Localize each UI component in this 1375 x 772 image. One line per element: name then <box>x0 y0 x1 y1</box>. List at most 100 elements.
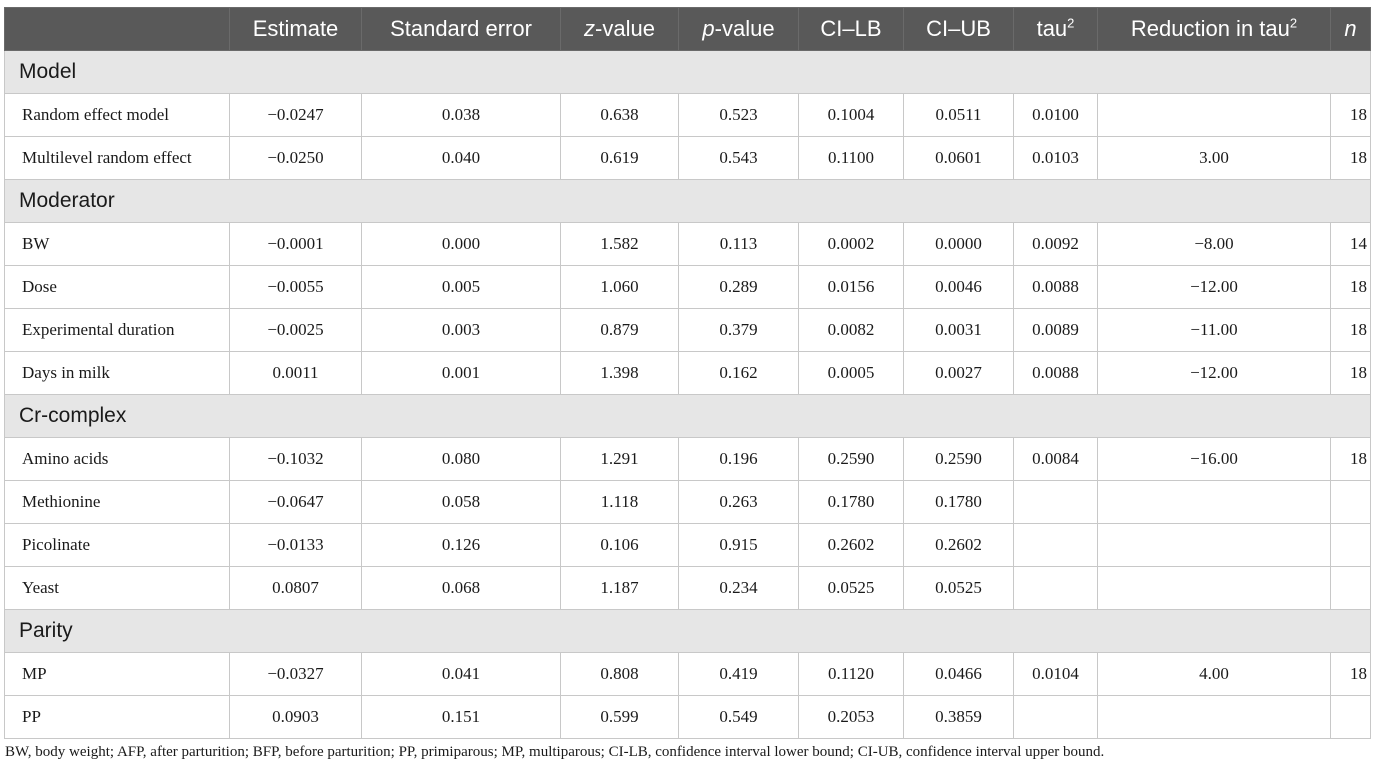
reduction-cell: −16.00 <box>1097 437 1331 481</box>
ci-ub-cell: 0.0511 <box>903 93 1014 137</box>
header-z-italic: z <box>584 16 596 41</box>
estimate-cell: −0.0647 <box>229 480 362 524</box>
z-value-cell: 0.599 <box>560 695 679 739</box>
ci-ub-cell: 0.0031 <box>903 308 1014 352</box>
results-table: Estimate Standard error z-value p-value … <box>4 7 1371 739</box>
n-cell: 18 <box>1330 136 1371 180</box>
ci-lb-cell: 0.0082 <box>798 308 904 352</box>
n-cell: 18 <box>1330 652 1371 696</box>
table-row: PP 0.0903 0.151 0.599 0.549 0.2053 0.3859 <box>4 695 1371 739</box>
p-value-cell: 0.263 <box>678 480 799 524</box>
table-row: BW −0.0001 0.000 1.582 0.113 0.0002 0.0000 0.00… <box>4 222 1371 266</box>
ci-lb-cell: 0.0525 <box>798 566 904 610</box>
standard-error-cell: 0.003 <box>361 308 561 352</box>
ci-lb-cell: 0.2602 <box>798 523 904 567</box>
reduction-cell <box>1097 566 1331 610</box>
p-value-cell: 0.289 <box>678 265 799 309</box>
header-stub <box>4 7 230 51</box>
p-value-cell: 0.419 <box>678 652 799 696</box>
ci-lb-cell: 0.1004 <box>798 93 904 137</box>
tau2-cell: 0.0088 <box>1013 265 1098 309</box>
estimate-cell: −0.0133 <box>229 523 362 567</box>
standard-error-cell: 0.080 <box>361 437 561 481</box>
table-row: Amino acids −0.1032 0.080 1.291 0.196 0.2590 0… <box>4 437 1371 481</box>
header-z-rest: -value <box>595 16 655 41</box>
row-label: Picolinate <box>4 523 230 567</box>
header-z-value: z-value <box>560 7 679 51</box>
z-value-cell: 1.398 <box>560 351 679 395</box>
n-cell: 18 <box>1330 437 1371 481</box>
n-cell: 18 <box>1330 351 1371 395</box>
z-value-cell: 0.619 <box>560 136 679 180</box>
reduction-cell <box>1097 93 1331 137</box>
estimate-cell: −0.0001 <box>229 222 362 266</box>
z-value-cell: 0.106 <box>560 523 679 567</box>
ci-ub-cell: 0.0466 <box>903 652 1014 696</box>
n-cell: 18 <box>1330 308 1371 352</box>
section-row: Cr-complex <box>4 394 1371 438</box>
estimate-cell: −0.0055 <box>229 265 362 309</box>
reduction-cell: 3.00 <box>1097 136 1331 180</box>
standard-error-cell: 0.005 <box>361 265 561 309</box>
header-reduction-tau2: Reduction in tau2 <box>1097 7 1331 51</box>
section-title: Moderator <box>4 179 1371 223</box>
tau2-cell: 0.0100 <box>1013 93 1098 137</box>
header-reduction-base: Reduction in tau <box>1130 16 1290 41</box>
row-label: Multilevel random effect <box>4 136 230 180</box>
ci-lb-cell: 0.1120 <box>798 652 904 696</box>
table-row: Yeast 0.0807 0.068 1.187 0.234 0.0525 0.0525 <box>4 566 1371 610</box>
reduction-cell: 4.00 <box>1097 652 1331 696</box>
tau2-cell: 0.0104 <box>1013 652 1098 696</box>
estimate-cell: 0.0011 <box>229 351 362 395</box>
p-value-cell: 0.379 <box>678 308 799 352</box>
estimate-cell: 0.0903 <box>229 695 362 739</box>
table-row: Experimental duration −0.0025 0.003 0.879 0.… <box>4 308 1371 352</box>
ci-lb-cell: 0.2590 <box>798 437 904 481</box>
ci-ub-cell: 0.1780 <box>903 480 1014 524</box>
row-label: Dose <box>4 265 230 309</box>
table-row: Dose −0.0055 0.005 1.060 0.289 0.0156 0.0046 0.… <box>4 265 1371 309</box>
p-value-cell: 0.196 <box>678 437 799 481</box>
p-value-cell: 0.915 <box>678 523 799 567</box>
ci-ub-cell: 0.0000 <box>903 222 1014 266</box>
ci-lb-cell: 0.1100 <box>798 136 904 180</box>
header-row: Estimate Standard error z-value p-value … <box>4 7 1371 51</box>
row-label: PP <box>4 695 230 739</box>
tau2-cell: 0.0089 <box>1013 308 1098 352</box>
z-value-cell: 1.060 <box>560 265 679 309</box>
standard-error-cell: 0.068 <box>361 566 561 610</box>
estimate-cell: −0.0247 <box>229 93 362 137</box>
estimate-cell: 0.0807 <box>229 566 362 610</box>
n-cell: 18 <box>1330 265 1371 309</box>
section-row: Parity <box>4 609 1371 653</box>
tau2-cell <box>1013 523 1098 567</box>
p-value-cell: 0.549 <box>678 695 799 739</box>
z-value-cell: 0.808 <box>560 652 679 696</box>
tau2-cell: 0.0084 <box>1013 437 1098 481</box>
tau2-cell: 0.0103 <box>1013 136 1098 180</box>
standard-error-cell: 0.058 <box>361 480 561 524</box>
reduction-cell <box>1097 523 1331 567</box>
table-row: Days in milk 0.0011 0.001 1.398 0.162 0.0005 0… <box>4 351 1371 395</box>
n-cell <box>1330 695 1371 739</box>
ci-ub-cell: 0.0601 <box>903 136 1014 180</box>
n-cell <box>1330 523 1371 567</box>
header-p-rest: -value <box>714 16 775 41</box>
table-row: Picolinate −0.0133 0.126 0.106 0.915 0.2602 0.… <box>4 523 1371 567</box>
reduction-cell <box>1097 695 1331 739</box>
p-value-cell: 0.234 <box>678 566 799 610</box>
tau2-cell <box>1013 566 1098 610</box>
reduction-cell: −12.00 <box>1097 351 1331 395</box>
table-row: Random effect model −0.0247 0.038 0.638 0.52… <box>4 93 1371 137</box>
standard-error-cell: 0.038 <box>361 93 561 137</box>
section-row: Model <box>4 50 1371 94</box>
header-standard-error: Standard error <box>361 7 561 51</box>
standard-error-cell: 0.041 <box>361 652 561 696</box>
reduction-cell: −8.00 <box>1097 222 1331 266</box>
z-value-cell: 1.118 <box>560 480 679 524</box>
table-body: Model Random effect model −0.0247 0.038 0.63… <box>4 50 1371 739</box>
header-ci-lb: CI–LB <box>798 7 904 51</box>
ci-lb-cell: 0.0156 <box>798 265 904 309</box>
estimate-cell: −0.1032 <box>229 437 362 481</box>
standard-error-cell: 0.151 <box>361 695 561 739</box>
